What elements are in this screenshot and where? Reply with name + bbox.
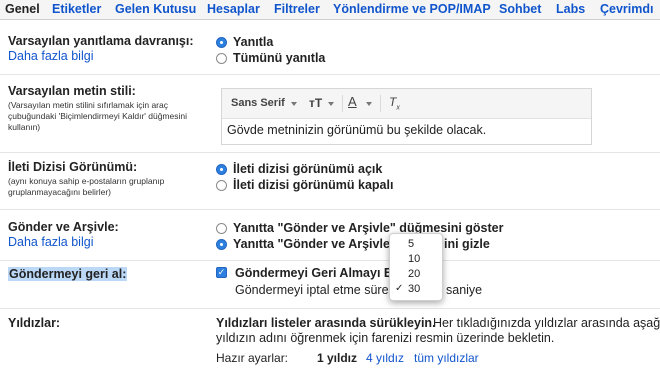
send-archive-hide-label-tail: ini gizle [444,237,490,251]
send-archive-show-radio[interactable] [216,223,227,234]
undo-send-period-label: Göndermeyi iptal etme süresi [235,283,398,297]
thread-off-radio[interactable] [216,180,227,191]
thread-off-label: İleti dizisi görünümü kapalı [233,178,394,192]
stars-desc-2: yıldızın adını öğrenmek için farenizi re… [216,331,555,345]
settings-tabs: Genel Etiketler Gelen Kutusu Hesaplar Fi… [0,0,660,20]
reply-all-option-label: Tümünü yanıtla [233,51,326,65]
reply-option-label: Yanıtla [233,35,274,49]
undo-send-seconds-label: saniye [446,283,483,297]
chevron-down-icon [328,102,334,106]
send-archive-label: Gönder ve Arşivle: [8,220,119,234]
undo-send-label: Göndermeyi geri al: [8,267,128,281]
stars-desc-bold: Yıldızları listeler arasında sürükleyin. [216,316,436,330]
toolbar-divider [342,95,343,112]
period-option[interactable]: 5 [408,238,414,250]
thread-row: İleti Dizisi Görünümü: (aynı konuya sahi… [0,153,660,210]
undo-send-row: Göndermeyi geri al: Göndermeyi Geri Alma… [0,261,660,309]
text-size-icon[interactable]: тT [309,96,322,110]
tab-labels[interactable]: Etiketler [52,2,101,16]
preset-1-star[interactable]: 1 yıldız [317,351,357,365]
tab-inbox[interactable]: Gelen Kutusu [115,2,196,16]
text-color-icon[interactable]: A [348,94,357,109]
chevron-down-icon [366,102,372,106]
font-select[interactable]: Sans Serif [231,97,285,109]
tab-general[interactable]: Genel [5,2,40,16]
check-icon: ✓ [395,283,404,294]
chevron-down-icon [291,102,297,106]
text-style-label: Varsayılan metin stili: [8,84,136,98]
tab-labs[interactable]: Labs [556,2,585,16]
tab-forwarding[interactable]: Yönlendirme ve POP/IMAP [333,2,491,16]
period-option[interactable]: 20 [408,268,420,280]
tab-offline[interactable]: Çevrimdı [600,2,654,16]
period-option-selected[interactable]: 30 [408,283,420,295]
format-toolbar: Sans Serif тT A Tx [222,89,591,119]
reply-radio[interactable] [216,37,227,48]
reply-row: Varsayılan yanıtlama davranışı: Daha faz… [0,20,660,75]
reply-label: Varsayılan yanıtlama davranışı: [8,34,194,48]
tab-accounts[interactable]: Hesaplar [207,2,260,16]
text-style-note: (Varsayılan metin stilini sıfırlamak içi… [8,100,187,132]
toolbar-divider [380,95,381,112]
remove-formatting-icon[interactable]: Tx [389,95,400,111]
send-archive-hide-label: Yanıtta "Gönder ve Arşivle" [233,237,396,251]
thread-on-radio[interactable] [216,164,227,175]
send-archive-hide-radio[interactable] [216,239,227,250]
tab-filters[interactable]: Filtreler [274,2,320,16]
send-archive-row: Gönder ve Arşivle: Daha fazla bilgi Yanı… [0,210,660,261]
reply-all-radio[interactable] [216,53,227,64]
text-style-editor: Sans Serif тT A Tx Gövde metninizin görü… [221,88,592,145]
thread-label: İleti Dizisi Görünümü: [8,160,138,174]
period-option[interactable]: 10 [408,253,420,265]
stars-desc-1: Her tıkladığınızda yıldızlar arasında aş… [433,316,660,330]
undo-send-checkbox-label: Göndermeyi Geri Almayı Et [235,266,397,280]
tab-chat[interactable]: Sohbet [499,2,541,16]
undo-send-checkbox[interactable]: ✓ [216,267,227,278]
reply-learn-more-link[interactable]: Daha fazla bilgi [8,49,93,63]
text-style-preview[interactable]: Gövde metninizin görünümü bu şekilde ola… [227,123,486,137]
thread-on-label: İleti dizisi görünümü açık [233,162,383,176]
send-archive-learn-more-link[interactable]: Daha fazla bilgi [8,235,93,249]
undo-send-period-dropdown[interactable]: 5 10 20 ✓ 30 [389,233,443,301]
presets-label: Hazır ayarlar: [216,351,289,365]
preset-all-stars[interactable]: tüm yıldızlar [414,351,479,365]
stars-label: Yıldızlar: [8,316,61,330]
thread-note: (aynı konuya sahip e-postaların gruplanı… [8,176,165,197]
send-archive-show-label: Yanıtta "Gönder ve Arşivle" düğmesini gö… [233,221,504,235]
preset-4-stars[interactable]: 4 yıldız [366,351,404,365]
